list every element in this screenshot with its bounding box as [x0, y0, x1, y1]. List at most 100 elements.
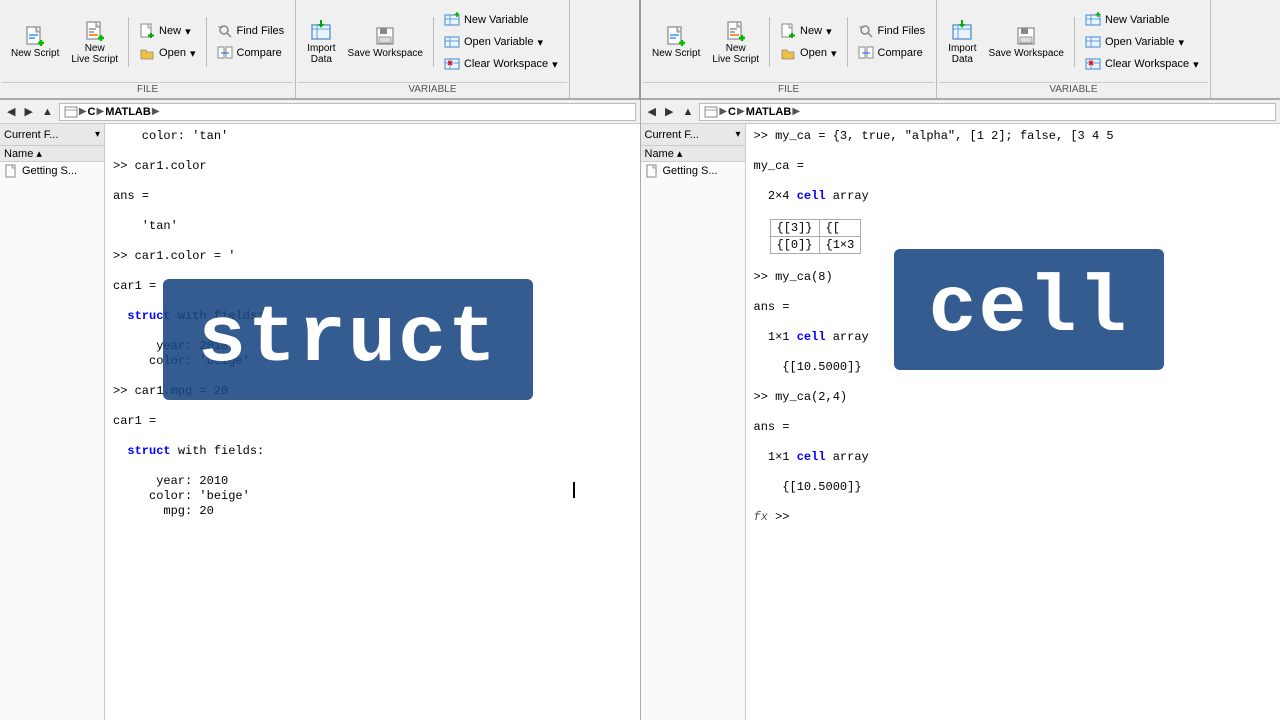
- left-compare-label: Compare: [237, 47, 282, 59]
- right-clear-workspace-label: Clear Workspace: [1105, 58, 1189, 70]
- left-new-button[interactable]: New ▾: [134, 21, 200, 41]
- right-cmd-content: >> my_ca = {3, true, "alpha", [1 2]; fal…: [754, 129, 1273, 524]
- right-file-icon: [645, 164, 659, 178]
- left-blank-6: [113, 294, 632, 308]
- right-clear-chevron: ▾: [1193, 58, 1199, 71]
- open-variable-icon: [444, 34, 460, 50]
- left-new-live-script-button[interactable]: NewLive Script: [66, 17, 123, 68]
- right-sidebar-collapse[interactable]: ▾: [735, 129, 740, 140]
- left-file-group: New Script NewLive Scrip: [0, 0, 296, 98]
- right-blank-6: [754, 315, 1273, 329]
- cell-r2c2: {1×3: [819, 237, 861, 254]
- right-address-field[interactable]: ▶ C ▶ MATLAB ▶: [699, 103, 1276, 121]
- left-cmd-content: color: 'tan' >> car1.color ans = 'tan' >…: [113, 129, 632, 518]
- left-blank-3: [113, 204, 632, 218]
- right-back-button[interactable]: ◀: [645, 104, 659, 119]
- right-code-line-2: my_ca =: [754, 159, 1273, 173]
- separator3: [433, 17, 434, 67]
- right-new-variable-icon: [1085, 12, 1101, 28]
- left-find-files-button[interactable]: Find Files: [212, 21, 290, 41]
- left-find-files-label: Find Files: [237, 25, 285, 37]
- right-clear-workspace-button[interactable]: Clear Workspace ▾: [1080, 54, 1204, 74]
- left-sidebar-header: Current F... ▾: [0, 124, 104, 146]
- right-blank-11: [754, 465, 1273, 479]
- separator2: [206, 17, 207, 67]
- right-new-live-script-icon: [725, 20, 747, 42]
- left-new-label: New: [159, 25, 181, 37]
- right-new-live-script-button[interactable]: NewLive Script: [707, 17, 764, 68]
- left-current-folder-label: Current F...: [4, 129, 58, 141]
- right-command-window[interactable]: >> my_ca = {3, true, "alpha", [1 2]; fal…: [746, 124, 1280, 720]
- left-open-button[interactable]: Open ▾: [134, 43, 200, 63]
- clear-chevron: ▾: [552, 58, 558, 71]
- right-open-variable-icon: [1085, 34, 1101, 50]
- right-new-button[interactable]: New ▾: [775, 21, 841, 41]
- right-code-line-1: >> my_ca = {3, true, "alpha", [1 2]; fal…: [754, 129, 1273, 143]
- right-import-data-icon: [951, 20, 973, 42]
- right-code-line-5: ans =: [754, 300, 1273, 314]
- open-chevron: ▾: [190, 47, 196, 60]
- left-import-data-button[interactable]: ImportData: [302, 17, 340, 68]
- right-blank-7: [754, 345, 1273, 359]
- left-blank-2: [113, 174, 632, 188]
- left-blank-1: [113, 144, 632, 158]
- left-compare-button[interactable]: Compare: [212, 43, 290, 63]
- left-panel: ◀ ▶ ▲ ▶ C ▶ MATLAB ▶ Current F... ▾ Name…: [0, 100, 641, 720]
- right-forward-button[interactable]: ▶: [662, 104, 676, 119]
- left-blank-5: [113, 264, 632, 278]
- right-path-matlab: MATLAB: [746, 106, 792, 118]
- left-import-label: ImportData: [307, 43, 335, 65]
- right-new-variable-button[interactable]: New Variable: [1080, 10, 1204, 30]
- left-save-workspace-label: Save Workspace: [348, 48, 423, 59]
- left-clear-workspace-button[interactable]: Clear Workspace ▾: [439, 54, 563, 74]
- text-cursor: [573, 482, 575, 498]
- right-addr-icon: [704, 105, 718, 119]
- left-blank-11: [113, 459, 632, 473]
- right-new-script-button[interactable]: New Script: [647, 22, 705, 62]
- left-address-field[interactable]: ▶ C ▶ MATLAB ▶: [59, 103, 636, 121]
- left-address-bar: ◀ ▶ ▲ ▶ C ▶ MATLAB ▶: [0, 100, 640, 124]
- right-blank-10: [754, 435, 1273, 449]
- right-find-files-button[interactable]: Find Files: [853, 21, 931, 41]
- left-code-line-12: struct with fields:: [113, 444, 632, 458]
- right-import-data-button[interactable]: ImportData: [943, 17, 981, 68]
- left-open-variable-label: Open Variable: [464, 36, 534, 48]
- left-back-button[interactable]: ◀: [4, 104, 18, 119]
- right-name-col: Name ▴: [645, 147, 683, 160]
- right-find-files-label: Find Files: [878, 25, 926, 37]
- right-new-live-script-label: NewLive Script: [712, 43, 759, 65]
- left-sidebar-item[interactable]: Getting S...: [0, 162, 104, 180]
- left-code-line-9: color: 'beige': [113, 354, 632, 368]
- right-open-variable-button[interactable]: Open Variable ▾: [1080, 32, 1204, 52]
- right-open-button[interactable]: Open ▾: [775, 43, 841, 63]
- right-code-line-10: 1×1 cell array: [754, 450, 1273, 464]
- right-toolbar: New Script NewLive Script: [641, 0, 1280, 100]
- right-blank-9: [754, 405, 1273, 419]
- right-save-workspace-button[interactable]: Save Workspace: [984, 22, 1069, 62]
- left-new-script-button[interactable]: New Script: [6, 22, 64, 62]
- left-addr-icon: [64, 105, 78, 119]
- left-sidebar-collapse[interactable]: ▾: [95, 129, 100, 140]
- left-code-line-8: year: 2010: [113, 339, 632, 353]
- right-compare-button[interactable]: Compare: [853, 43, 931, 63]
- right-find-compare-group: Find Files Compare: [853, 21, 931, 63]
- left-new-variable-button[interactable]: New Variable: [439, 10, 563, 30]
- left-open-variable-button[interactable]: Open Variable ▾: [439, 32, 563, 52]
- left-col-header: Name ▴: [0, 146, 104, 162]
- left-save-workspace-button[interactable]: Save Workspace: [343, 22, 428, 62]
- right-up-button[interactable]: ▲: [679, 105, 696, 119]
- left-command-window[interactable]: color: 'tan' >> car1.color ans = 'tan' >…: [105, 124, 640, 720]
- left-forward-button[interactable]: ▶: [21, 104, 35, 119]
- right-code-line-4: >> my_ca(8): [754, 270, 1273, 284]
- right-separator1: [769, 17, 770, 67]
- new-script-icon: [24, 25, 46, 47]
- right-blank-3: [754, 204, 1273, 218]
- left-up-button[interactable]: ▲: [39, 105, 56, 119]
- right-new-chevron: ▾: [826, 25, 832, 38]
- left-file-icon: [4, 164, 18, 178]
- right-separator3: [1074, 17, 1075, 67]
- right-sidebar-item[interactable]: Getting S...: [641, 162, 745, 180]
- right-code-line-6: 1×1 cell array: [754, 330, 1273, 344]
- right-new-label: New: [800, 25, 822, 37]
- open-var-chevron: ▾: [537, 36, 543, 49]
